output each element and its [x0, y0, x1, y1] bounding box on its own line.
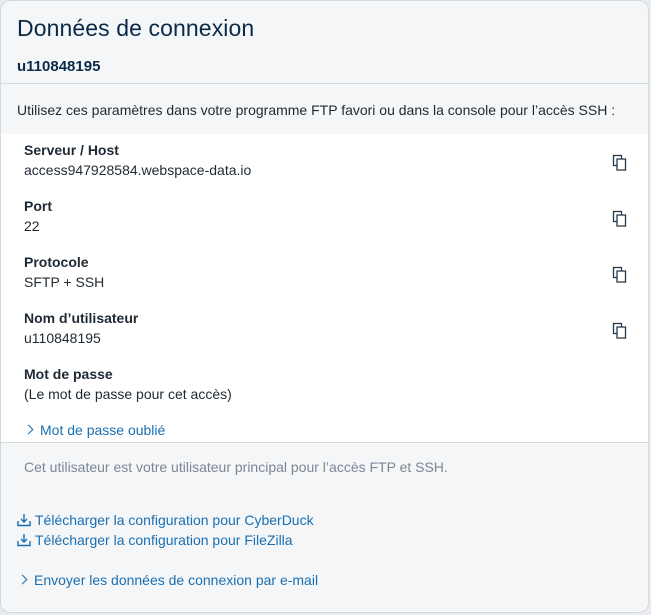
field-label: Serveur / Host: [24, 142, 119, 158]
forgot-password-label: Mot de passe oublié: [40, 421, 166, 438]
downloads-section: Télécharger la configuration pour CyberD…: [1, 503, 648, 550]
field-label: Protocole: [24, 254, 89, 270]
field-port: Port 22: [24, 196, 632, 252]
send-email-link[interactable]: Envoyer les données de connexion par e-m…: [17, 571, 319, 588]
dialog-header: Données de connexion u110848195: [1, 1, 648, 83]
download-icon: [17, 513, 31, 527]
send-email-label: Envoyer les données de connexion par e-m…: [34, 571, 319, 588]
field-value: SFTP + SSH: [24, 274, 105, 290]
field-value: (Le mot de passe pour cet accès): [24, 386, 232, 402]
field-value: access947928584.webspace-data.io: [24, 162, 252, 178]
copy-icon[interactable]: [612, 266, 628, 284]
dialog-title: Données de connexion: [17, 15, 255, 41]
copy-icon[interactable]: [612, 210, 628, 228]
field-password: Mot de passe (Le mot de passe pour cet a…: [24, 364, 632, 416]
chevron-right-icon: [17, 574, 28, 585]
download-cyberduck-label: Télécharger la configuration pour CyberD…: [35, 512, 314, 528]
field-server: Serveur / Host access947928584.webspace-…: [24, 140, 632, 196]
field-label: Nom d’utilisateur: [24, 310, 139, 326]
download-icon: [17, 533, 31, 547]
field-username: Nom d’utilisateur u110848195: [24, 308, 632, 364]
field-protocol: Protocole SFTP + SSH: [24, 252, 632, 308]
credentials-panel: Serveur / Host access947928584.webspace-…: [1, 134, 648, 443]
copy-icon[interactable]: [612, 154, 628, 172]
download-cyberduck-link[interactable]: Télécharger la configuration pour CyberD…: [17, 510, 632, 530]
field-value: u110848195: [24, 330, 101, 346]
download-filezilla-link[interactable]: Télécharger la configuration pour FileZi…: [17, 530, 632, 550]
copy-icon[interactable]: [612, 322, 628, 340]
field-label: Mot de passe: [24, 366, 113, 382]
chevron-right-icon: [23, 424, 34, 435]
field-value: 22: [24, 218, 40, 234]
forgot-password-link[interactable]: Mot de passe oublié: [23, 421, 166, 438]
main-user-note: Cet utilisateur est votre utilisateur pr…: [24, 459, 448, 475]
intro-text: Utilisez ces paramètres dans votre progr…: [17, 102, 616, 118]
download-filezilla-label: Télécharger la configuration pour FileZi…: [35, 532, 293, 548]
connection-data-dialog: Données de connexion u110848195 Utilisez…: [0, 0, 649, 613]
field-label: Port: [24, 198, 52, 214]
email-section: Envoyer les données de connexion par e-m…: [1, 550, 648, 588]
dialog-username: u110848195: [17, 58, 101, 75]
